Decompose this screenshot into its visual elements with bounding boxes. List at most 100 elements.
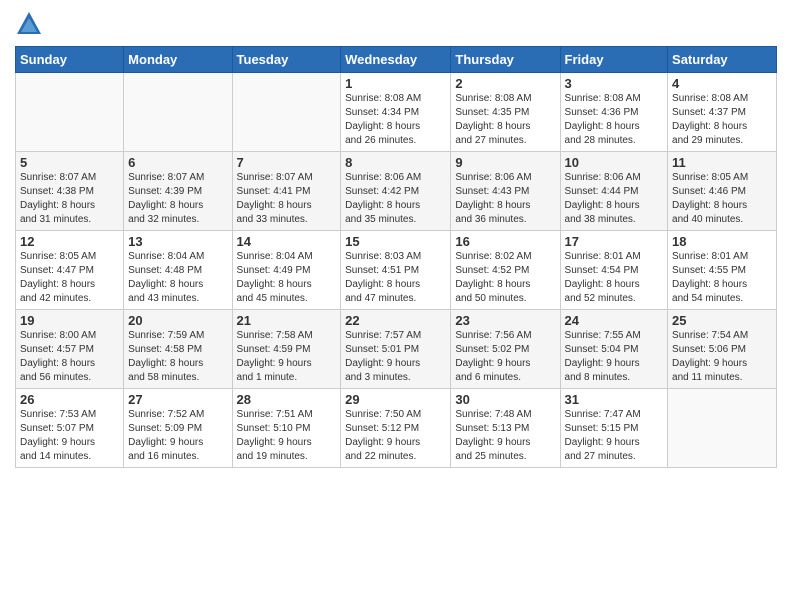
day-number: 28 (237, 392, 337, 407)
header (15, 10, 777, 38)
calendar-cell: 20Sunrise: 7:59 AM Sunset: 4:58 PM Dayli… (124, 310, 232, 389)
day-info: Sunrise: 7:48 AM Sunset: 5:13 PM Dayligh… (455, 408, 555, 464)
weekday-header: Thursday (451, 47, 560, 73)
day-number: 6 (128, 155, 227, 170)
weekday-header: Monday (124, 47, 232, 73)
day-number: 30 (455, 392, 555, 407)
calendar-cell: 2Sunrise: 8:08 AM Sunset: 4:35 PM Daylig… (451, 73, 560, 152)
calendar-cell: 8Sunrise: 8:06 AM Sunset: 4:42 PM Daylig… (341, 152, 451, 231)
day-info: Sunrise: 7:50 AM Sunset: 5:12 PM Dayligh… (345, 408, 446, 464)
day-number: 22 (345, 313, 446, 328)
calendar-cell: 16Sunrise: 8:02 AM Sunset: 4:52 PM Dayli… (451, 231, 560, 310)
day-number: 5 (20, 155, 119, 170)
day-info: Sunrise: 8:08 AM Sunset: 4:36 PM Dayligh… (565, 92, 664, 148)
logo (15, 10, 47, 38)
day-number: 15 (345, 234, 446, 249)
day-number: 23 (455, 313, 555, 328)
calendar-cell: 29Sunrise: 7:50 AM Sunset: 5:12 PM Dayli… (341, 389, 451, 468)
calendar-cell: 17Sunrise: 8:01 AM Sunset: 4:54 PM Dayli… (560, 231, 668, 310)
day-info: Sunrise: 8:01 AM Sunset: 4:55 PM Dayligh… (672, 250, 772, 306)
day-info: Sunrise: 8:04 AM Sunset: 4:48 PM Dayligh… (128, 250, 227, 306)
day-number: 31 (565, 392, 664, 407)
day-number: 3 (565, 76, 664, 91)
weekday-header: Friday (560, 47, 668, 73)
day-number: 21 (237, 313, 337, 328)
page: SundayMondayTuesdayWednesdayThursdayFrid… (0, 0, 792, 612)
day-number: 8 (345, 155, 446, 170)
calendar-cell: 5Sunrise: 8:07 AM Sunset: 4:38 PM Daylig… (16, 152, 124, 231)
weekday-header: Saturday (668, 47, 777, 73)
calendar-cell: 31Sunrise: 7:47 AM Sunset: 5:15 PM Dayli… (560, 389, 668, 468)
day-info: Sunrise: 8:01 AM Sunset: 4:54 PM Dayligh… (565, 250, 664, 306)
day-number: 4 (672, 76, 772, 91)
day-number: 11 (672, 155, 772, 170)
weekday-header: Sunday (16, 47, 124, 73)
day-info: Sunrise: 8:06 AM Sunset: 4:42 PM Dayligh… (345, 171, 446, 227)
day-info: Sunrise: 7:55 AM Sunset: 5:04 PM Dayligh… (565, 329, 664, 385)
calendar-cell: 23Sunrise: 7:56 AM Sunset: 5:02 PM Dayli… (451, 310, 560, 389)
day-number: 17 (565, 234, 664, 249)
calendar-cell: 9Sunrise: 8:06 AM Sunset: 4:43 PM Daylig… (451, 152, 560, 231)
calendar-week-row: 5Sunrise: 8:07 AM Sunset: 4:38 PM Daylig… (16, 152, 777, 231)
calendar-cell: 7Sunrise: 8:07 AM Sunset: 4:41 PM Daylig… (232, 152, 341, 231)
calendar-cell: 11Sunrise: 8:05 AM Sunset: 4:46 PM Dayli… (668, 152, 777, 231)
calendar-cell: 12Sunrise: 8:05 AM Sunset: 4:47 PM Dayli… (16, 231, 124, 310)
calendar-cell: 27Sunrise: 7:52 AM Sunset: 5:09 PM Dayli… (124, 389, 232, 468)
day-info: Sunrise: 8:08 AM Sunset: 4:35 PM Dayligh… (455, 92, 555, 148)
calendar: SundayMondayTuesdayWednesdayThursdayFrid… (15, 46, 777, 468)
calendar-week-row: 12Sunrise: 8:05 AM Sunset: 4:47 PM Dayli… (16, 231, 777, 310)
day-info: Sunrise: 8:07 AM Sunset: 4:38 PM Dayligh… (20, 171, 119, 227)
day-info: Sunrise: 8:08 AM Sunset: 4:37 PM Dayligh… (672, 92, 772, 148)
day-number: 26 (20, 392, 119, 407)
calendar-cell: 3Sunrise: 8:08 AM Sunset: 4:36 PM Daylig… (560, 73, 668, 152)
day-number: 14 (237, 234, 337, 249)
calendar-body: 1Sunrise: 8:08 AM Sunset: 4:34 PM Daylig… (16, 73, 777, 468)
calendar-cell: 19Sunrise: 8:00 AM Sunset: 4:57 PM Dayli… (16, 310, 124, 389)
calendar-cell (668, 389, 777, 468)
day-info: Sunrise: 8:06 AM Sunset: 4:43 PM Dayligh… (455, 171, 555, 227)
calendar-cell: 21Sunrise: 7:58 AM Sunset: 4:59 PM Dayli… (232, 310, 341, 389)
calendar-cell: 4Sunrise: 8:08 AM Sunset: 4:37 PM Daylig… (668, 73, 777, 152)
day-info: Sunrise: 7:47 AM Sunset: 5:15 PM Dayligh… (565, 408, 664, 464)
day-info: Sunrise: 7:54 AM Sunset: 5:06 PM Dayligh… (672, 329, 772, 385)
day-info: Sunrise: 8:06 AM Sunset: 4:44 PM Dayligh… (565, 171, 664, 227)
day-number: 24 (565, 313, 664, 328)
day-number: 25 (672, 313, 772, 328)
day-info: Sunrise: 8:08 AM Sunset: 4:34 PM Dayligh… (345, 92, 446, 148)
calendar-cell: 30Sunrise: 7:48 AM Sunset: 5:13 PM Dayli… (451, 389, 560, 468)
day-number: 27 (128, 392, 227, 407)
day-info: Sunrise: 7:56 AM Sunset: 5:02 PM Dayligh… (455, 329, 555, 385)
day-info: Sunrise: 7:57 AM Sunset: 5:01 PM Dayligh… (345, 329, 446, 385)
logo-icon (15, 10, 43, 38)
calendar-week-row: 19Sunrise: 8:00 AM Sunset: 4:57 PM Dayli… (16, 310, 777, 389)
day-number: 20 (128, 313, 227, 328)
day-info: Sunrise: 8:02 AM Sunset: 4:52 PM Dayligh… (455, 250, 555, 306)
calendar-cell: 18Sunrise: 8:01 AM Sunset: 4:55 PM Dayli… (668, 231, 777, 310)
day-info: Sunrise: 7:53 AM Sunset: 5:07 PM Dayligh… (20, 408, 119, 464)
calendar-cell: 6Sunrise: 8:07 AM Sunset: 4:39 PM Daylig… (124, 152, 232, 231)
day-info: Sunrise: 8:04 AM Sunset: 4:49 PM Dayligh… (237, 250, 337, 306)
day-info: Sunrise: 7:51 AM Sunset: 5:10 PM Dayligh… (237, 408, 337, 464)
calendar-cell: 28Sunrise: 7:51 AM Sunset: 5:10 PM Dayli… (232, 389, 341, 468)
calendar-cell: 10Sunrise: 8:06 AM Sunset: 4:44 PM Dayli… (560, 152, 668, 231)
day-info: Sunrise: 8:07 AM Sunset: 4:39 PM Dayligh… (128, 171, 227, 227)
day-info: Sunrise: 8:07 AM Sunset: 4:41 PM Dayligh… (237, 171, 337, 227)
calendar-cell: 15Sunrise: 8:03 AM Sunset: 4:51 PM Dayli… (341, 231, 451, 310)
day-info: Sunrise: 8:00 AM Sunset: 4:57 PM Dayligh… (20, 329, 119, 385)
day-info: Sunrise: 8:05 AM Sunset: 4:46 PM Dayligh… (672, 171, 772, 227)
calendar-cell: 26Sunrise: 7:53 AM Sunset: 5:07 PM Dayli… (16, 389, 124, 468)
day-number: 7 (237, 155, 337, 170)
day-number: 9 (455, 155, 555, 170)
weekday-row: SundayMondayTuesdayWednesdayThursdayFrid… (16, 47, 777, 73)
day-number: 1 (345, 76, 446, 91)
day-number: 13 (128, 234, 227, 249)
calendar-header: SundayMondayTuesdayWednesdayThursdayFrid… (16, 47, 777, 73)
weekday-header: Tuesday (232, 47, 341, 73)
calendar-cell (16, 73, 124, 152)
day-info: Sunrise: 7:59 AM Sunset: 4:58 PM Dayligh… (128, 329, 227, 385)
day-info: Sunrise: 8:03 AM Sunset: 4:51 PM Dayligh… (345, 250, 446, 306)
calendar-cell (124, 73, 232, 152)
calendar-week-row: 1Sunrise: 8:08 AM Sunset: 4:34 PM Daylig… (16, 73, 777, 152)
day-number: 16 (455, 234, 555, 249)
weekday-header: Wednesday (341, 47, 451, 73)
